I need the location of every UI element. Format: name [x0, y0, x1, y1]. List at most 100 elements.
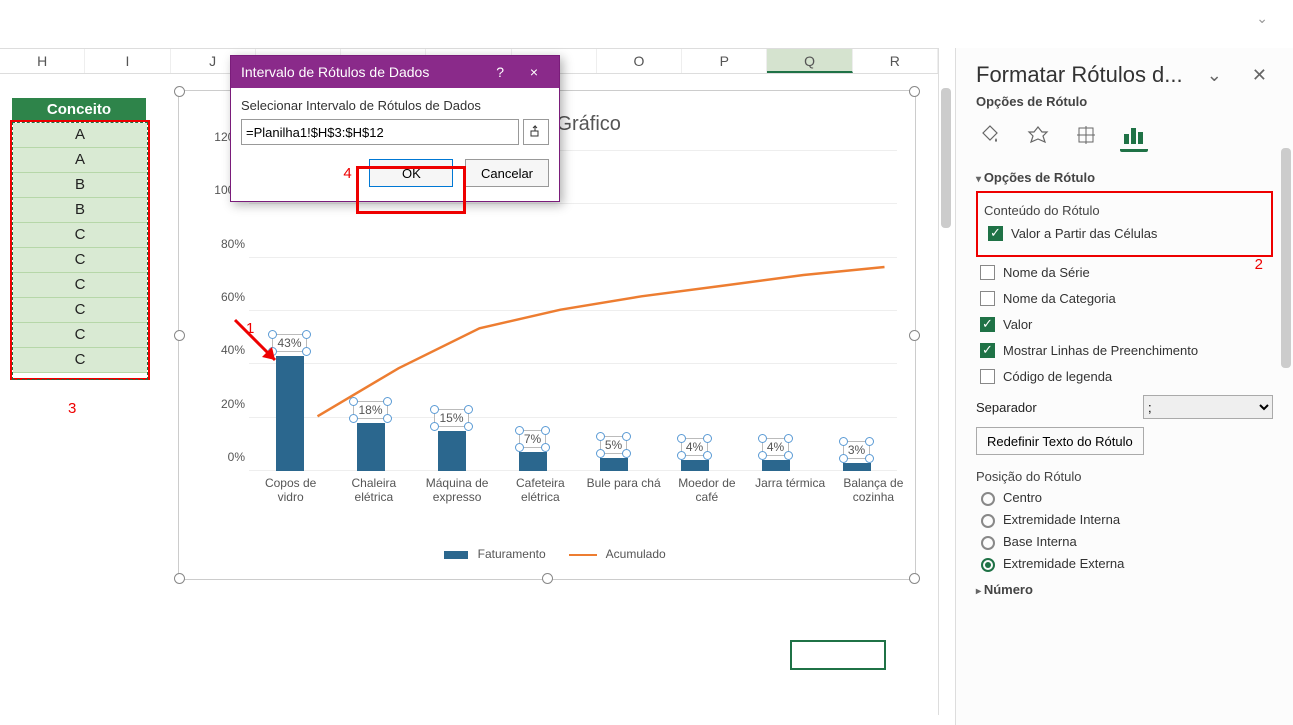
- checkbox-leader-lines[interactable]: [980, 343, 995, 358]
- option-category-name[interactable]: Nome da Categoria: [976, 288, 1273, 309]
- fill-icon[interactable]: [976, 121, 1004, 149]
- category-label: Jarra térmica: [749, 476, 832, 504]
- bar[interactable]: [843, 463, 871, 471]
- y-tick: 20%: [221, 397, 245, 411]
- bar[interactable]: [600, 458, 628, 471]
- scrollbar-thumb[interactable]: [941, 88, 951, 228]
- conceito-cell[interactable]: C: [13, 273, 147, 298]
- resize-handle[interactable]: [174, 330, 185, 341]
- option-value-from-cells[interactable]: Valor a Partir das Células: [984, 223, 1265, 244]
- active-cell-indicator[interactable]: [790, 640, 886, 670]
- resize-handle[interactable]: [174, 86, 185, 97]
- col-I[interactable]: I: [85, 49, 170, 73]
- option-value[interactable]: Valor: [976, 314, 1273, 335]
- category-label: Chaleira elétrica: [332, 476, 415, 504]
- category-label: Máquina de expresso: [416, 476, 499, 504]
- legend-label-line: Acumulado: [606, 547, 666, 561]
- cancel-button[interactable]: Cancelar: [465, 159, 549, 187]
- ribbon-collapse-chevron[interactable]: ⌄: [1256, 10, 1268, 27]
- label-options-icon[interactable]: [1120, 121, 1148, 152]
- position-inside-base[interactable]: Base Interna: [976, 533, 1273, 550]
- position-center[interactable]: Centro: [976, 489, 1273, 506]
- position-inside-end[interactable]: Extremidade Interna: [976, 511, 1273, 528]
- checkbox-series-name[interactable]: [980, 265, 995, 280]
- conceito-cell[interactable]: C: [13, 323, 147, 348]
- category-label: Bule para chá: [582, 476, 665, 504]
- checkbox-legend-key[interactable]: [980, 369, 995, 384]
- pane-scrollbar-thumb[interactable]: [1281, 148, 1291, 368]
- size-icon[interactable]: [1072, 121, 1100, 149]
- radio-outside-end[interactable]: [981, 558, 995, 572]
- checkbox-category-name[interactable]: [980, 291, 995, 306]
- data-label-range-dialog[interactable]: Intervalo de Rótulos de Dados ? × Seleci…: [230, 55, 560, 202]
- resize-handle[interactable]: [909, 86, 920, 97]
- data-label[interactable]: 18%: [353, 401, 387, 419]
- col-H[interactable]: H: [0, 49, 85, 73]
- pane-options-chevron[interactable]: ⌄: [1201, 65, 1228, 86]
- reset-label-text-button[interactable]: Redefinir Texto do Rótulo: [976, 427, 1144, 455]
- data-label[interactable]: 4%: [681, 438, 708, 456]
- section-number[interactable]: Número: [976, 582, 1273, 597]
- radio-center[interactable]: [981, 492, 995, 506]
- resize-handle[interactable]: [909, 330, 920, 341]
- category-label: Balança de cozinha: [832, 476, 915, 504]
- option-leader-lines[interactable]: Mostrar Linhas de Preenchimento: [976, 340, 1273, 361]
- bar[interactable]: [519, 452, 547, 471]
- bar[interactable]: [276, 356, 304, 471]
- data-label[interactable]: 3%: [843, 441, 870, 459]
- col-Q[interactable]: Q: [767, 49, 852, 73]
- conceito-cell[interactable]: C: [13, 348, 147, 373]
- resize-handle[interactable]: [542, 573, 553, 584]
- conceito-cell[interactable]: A: [13, 148, 147, 173]
- data-label[interactable]: 43%: [272, 334, 306, 352]
- conceito-cell[interactable]: B: [13, 173, 147, 198]
- option-series-name[interactable]: Nome da Série: [976, 262, 1273, 283]
- vertical-scrollbar[interactable]: [938, 48, 953, 715]
- checkbox-value[interactable]: [980, 317, 995, 332]
- option-label: Centro: [1003, 490, 1042, 505]
- dialog-help-button[interactable]: ?: [485, 56, 515, 88]
- bar[interactable]: [762, 460, 790, 471]
- position-outside-end[interactable]: Extremidade Externa: [976, 555, 1273, 572]
- col-O[interactable]: O: [597, 49, 682, 73]
- legend-swatch-bar: [444, 551, 468, 559]
- effects-icon[interactable]: [1024, 121, 1052, 149]
- pane-tab-icons: [976, 121, 1273, 152]
- section-label-options[interactable]: Opções de Rótulo: [976, 170, 1273, 185]
- conceito-cell[interactable]: C: [13, 298, 147, 323]
- range-picker-button[interactable]: [523, 119, 549, 145]
- option-label: Extremidade Interna: [1003, 512, 1120, 527]
- ok-button[interactable]: OK: [369, 159, 453, 187]
- annotation-4: 4: [343, 165, 351, 182]
- range-input[interactable]: [241, 119, 519, 145]
- col-P[interactable]: P: [682, 49, 767, 73]
- conceito-cell[interactable]: C: [13, 248, 147, 273]
- bar[interactable]: [681, 460, 709, 471]
- pane-scrollbar[interactable]: [1281, 108, 1291, 715]
- pane-close-button[interactable]: ✕: [1246, 65, 1273, 86]
- category-label: Copos de vidro: [249, 476, 332, 504]
- conceito-cell[interactable]: C: [13, 223, 147, 248]
- radio-inside-end[interactable]: [981, 514, 995, 528]
- option-label: Código de legenda: [1003, 369, 1112, 384]
- option-legend-key[interactable]: Código de legenda: [976, 366, 1273, 387]
- data-label[interactable]: 4%: [762, 438, 789, 456]
- resize-handle[interactable]: [174, 573, 185, 584]
- col-R[interactable]: R: [853, 49, 938, 73]
- legend-label-bar: Faturamento: [478, 547, 546, 561]
- conceito-cell[interactable]: B: [13, 198, 147, 223]
- legend-swatch-line: [569, 554, 597, 556]
- conceito-cell[interactable]: A: [13, 123, 147, 148]
- bar[interactable]: [357, 423, 385, 471]
- chart-legend[interactable]: Faturamento Acumulado: [179, 547, 915, 561]
- resize-handle[interactable]: [909, 573, 920, 584]
- bar[interactable]: [438, 431, 466, 471]
- radio-inside-base[interactable]: [981, 536, 995, 550]
- dialog-close-button[interactable]: ×: [519, 56, 549, 88]
- dialog-titlebar[interactable]: Intervalo de Rótulos de Dados ? ×: [231, 56, 559, 88]
- checkbox-value-from-cells[interactable]: [988, 226, 1003, 241]
- data-label[interactable]: 5%: [600, 436, 627, 454]
- data-label[interactable]: 15%: [434, 409, 468, 427]
- data-label[interactable]: 7%: [519, 430, 546, 448]
- separator-select[interactable]: ;: [1143, 395, 1273, 419]
